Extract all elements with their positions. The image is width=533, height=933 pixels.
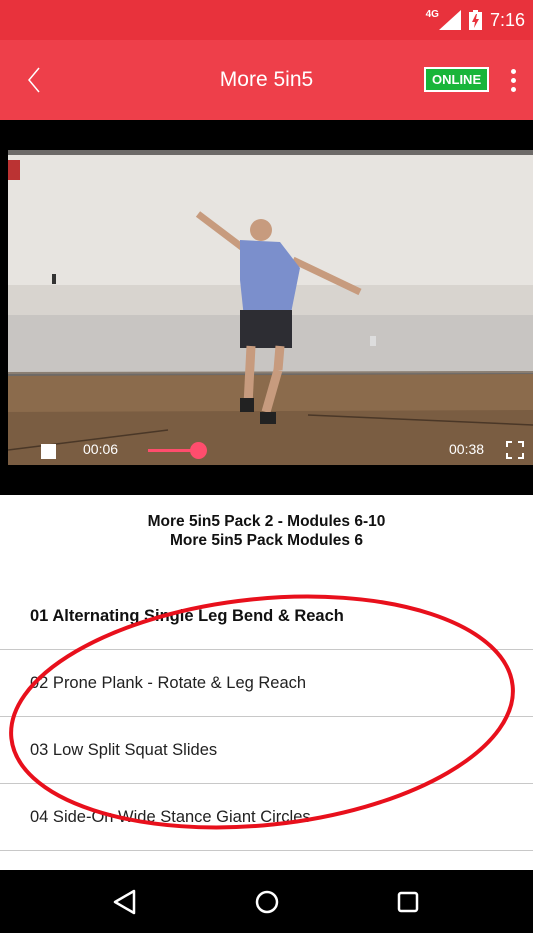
network-type: 4G — [425, 8, 439, 20]
video-player[interactable]: 00:06 00:38 — [0, 120, 533, 495]
system-nav-bar — [0, 870, 533, 933]
pack-title: More 5in5 Pack 2 - Modules 6-10 — [147, 513, 386, 530]
more-vert-icon — [510, 68, 516, 74]
battery-charging-icon — [468, 10, 482, 30]
exercise-list: 01 Alternating Single Leg Bend & Reach 02… — [0, 583, 533, 851]
chevron-left-icon — [28, 67, 40, 93]
square-recents-icon[interactable] — [393, 887, 423, 917]
video-controls: 00:06 00:38 — [0, 436, 533, 466]
fullscreen-icon[interactable] — [506, 441, 524, 459]
exercise-item[interactable]: 04 Side-On Wide Stance Giant Circles — [0, 784, 533, 851]
current-time: 00:06 — [83, 441, 119, 457]
clock: 7:16 — [489, 9, 525, 30]
more-vert-dot — [510, 86, 516, 92]
signal-icon — [438, 10, 461, 30]
triangle-back-icon[interactable] — [110, 887, 140, 917]
app-bar: More 5in5 ONLINE — [0, 40, 533, 120]
module-title: More 5in5 Pack Modules 6 — [170, 532, 363, 549]
stop-button[interactable] — [41, 444, 56, 459]
online-status-badge: ONLINE — [424, 67, 490, 92]
back-button[interactable] — [14, 60, 54, 100]
video-image — [8, 150, 533, 465]
status-bar: 4G 7:16 — [0, 0, 533, 40]
total-time: 00:38 — [449, 441, 485, 457]
seek-bar[interactable] — [148, 442, 433, 459]
circle-home-icon[interactable] — [252, 887, 282, 917]
pack-info: More 5in5 Pack 2 - Modules 6-10 More 5in… — [0, 512, 533, 550]
exercise-item[interactable]: 02 Prone Plank - Rotate & Leg Reach — [0, 650, 533, 717]
status-icons: 4G 7:16 — [426, 8, 525, 32]
more-vert-dot — [510, 77, 516, 83]
exercise-item[interactable]: 01 Alternating Single Leg Bend & Reach — [0, 583, 533, 650]
seek-thumb[interactable] — [190, 442, 207, 459]
video-frame[interactable] — [8, 150, 533, 465]
overflow-menu-button[interactable] — [501, 60, 525, 100]
exercise-item[interactable]: 03 Low Split Squat Slides — [0, 717, 533, 784]
